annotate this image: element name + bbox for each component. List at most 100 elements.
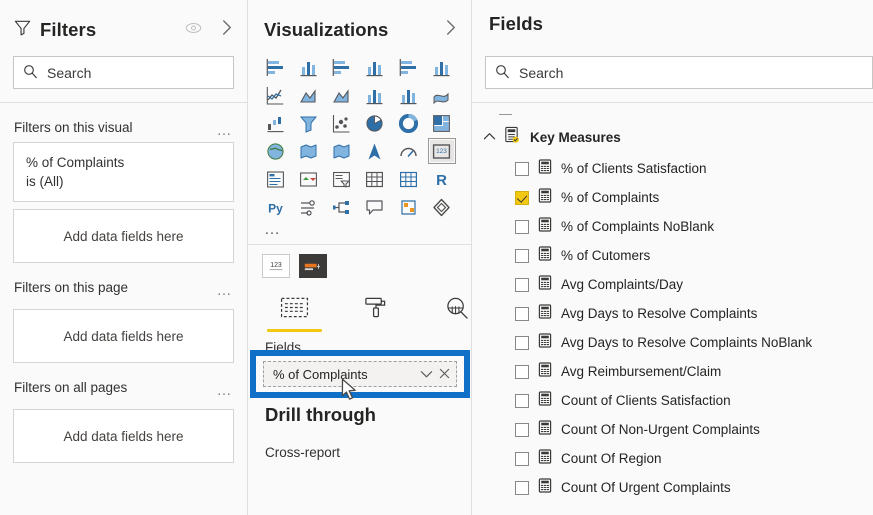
- field-row[interactable]: Avg Days to Resolve Complaints: [472, 299, 873, 328]
- more-visuals-button[interactable]: …: [248, 220, 471, 241]
- stacked-area-chart-icon[interactable]: [328, 82, 356, 108]
- filters-search-input[interactable]: Search: [13, 56, 234, 89]
- filters-all-pages-dropzone[interactable]: Add data fields here: [13, 409, 234, 463]
- field-label: Count Of Urgent Complaints: [561, 480, 731, 495]
- field-row[interactable]: Count Of Urgent Complaints: [472, 473, 873, 502]
- filters-search-placeholder: Search: [47, 64, 92, 81]
- 100-stacked-bar-chart-icon[interactable]: [394, 54, 422, 80]
- field-row[interactable]: Count Of Non-Urgent Complaints: [472, 415, 873, 444]
- field-checkbox[interactable]: [515, 277, 529, 292]
- field-row[interactable]: % of Cutomers: [472, 241, 873, 270]
- clustered-bar-chart-icon[interactable]: [328, 54, 356, 80]
- card-123-icon[interactable]: 123: [262, 254, 290, 278]
- gauge-icon[interactable]: [394, 138, 422, 164]
- filters-visual-dropzone[interactable]: Add data fields here: [13, 209, 234, 263]
- measure-icon: [538, 448, 552, 469]
- field-checkbox[interactable]: [515, 248, 529, 263]
- matrix-icon[interactable]: [394, 166, 422, 192]
- field-row[interactable]: Count Of Region: [472, 444, 873, 473]
- tab-format[interactable]: [348, 296, 403, 332]
- r-script-visual-icon[interactable]: R: [428, 166, 456, 192]
- field-checkbox[interactable]: [515, 306, 529, 321]
- ribbon-chart-icon[interactable]: [428, 82, 456, 108]
- power-apps-icon[interactable]: [428, 194, 456, 220]
- smart-narrative-icon[interactable]: [361, 194, 389, 220]
- area-chart-icon[interactable]: [294, 82, 322, 108]
- field-row[interactable]: % of Clients Satisfaction: [472, 154, 873, 183]
- page-title: Filters: [40, 19, 97, 40]
- field-checkbox[interactable]: [515, 480, 529, 495]
- filter-card[interactable]: % of Complaints is (All): [13, 142, 234, 202]
- close-x-icon[interactable]: [439, 367, 450, 382]
- group-more-menu[interactable]: …: [217, 383, 234, 398]
- filled-map-icon[interactable]: [294, 138, 322, 164]
- chevron-down-icon[interactable]: [420, 367, 433, 382]
- funnel-chart-icon[interactable]: [294, 110, 322, 136]
- field-row[interactable]: Avg Reimbursement/Claim: [472, 357, 873, 386]
- svg-text:123: 123: [436, 148, 447, 155]
- paginated-report-icon[interactable]: [394, 194, 422, 220]
- field-checkbox[interactable]: [515, 422, 529, 437]
- eye-icon[interactable]: [185, 21, 202, 40]
- 100-stacked-column-chart-icon[interactable]: [428, 54, 456, 80]
- map-icon[interactable]: [261, 138, 289, 164]
- line-chart-icon[interactable]: [261, 82, 289, 108]
- chevron-up-icon[interactable]: [483, 128, 496, 146]
- tab-analytics[interactable]: [429, 296, 484, 332]
- slicer-icon[interactable]: [328, 166, 356, 192]
- field-row[interactable]: % of Complaints: [472, 183, 873, 212]
- clustered-column-chart-icon[interactable]: [361, 54, 389, 80]
- field-row[interactable]: % of Complaints NoBlank: [472, 212, 873, 241]
- group-more-menu[interactable]: …: [217, 123, 234, 138]
- filters-on-this-page-header: Filters on this page …: [13, 263, 234, 302]
- measure-icon: [538, 187, 552, 208]
- field-checkbox[interactable]: [515, 219, 529, 234]
- waterfall-chart-icon[interactable]: [261, 110, 289, 136]
- field-checkbox[interactable]: [515, 451, 529, 466]
- field-checkbox[interactable]: [515, 190, 529, 205]
- shape-map-icon[interactable]: [328, 138, 356, 164]
- field-label: Avg Days to Resolve Complaints NoBlank: [561, 335, 813, 350]
- key-influencers-icon[interactable]: [294, 194, 322, 220]
- field-checkbox[interactable]: [515, 161, 529, 176]
- stacked-column-chart-icon[interactable]: [294, 54, 322, 80]
- scatter-chart-icon[interactable]: [328, 110, 356, 136]
- filter-card-condition: is (All): [26, 174, 64, 189]
- donut-chart-icon[interactable]: [394, 110, 422, 136]
- field-checkbox[interactable]: [515, 393, 529, 408]
- fields-header: Fields: [472, 0, 873, 47]
- group-label: Filters on all pages: [14, 380, 128, 395]
- decomposition-tree-icon[interactable]: [328, 194, 356, 220]
- line-and-stacked-column-chart-icon[interactable]: [361, 82, 389, 108]
- field-checkbox[interactable]: [515, 335, 529, 350]
- field-row[interactable]: Avg Days to Resolve Complaints NoBlank: [472, 328, 873, 357]
- table-icon[interactable]: [361, 166, 389, 192]
- expand-visualizations-chevron-right-icon[interactable]: [444, 19, 457, 41]
- collapse-dash-icon[interactable]: —: [472, 107, 873, 120]
- fields-search-input[interactable]: Search: [485, 56, 873, 89]
- filters-page-dropzone[interactable]: Add data fields here: [13, 309, 234, 363]
- card-icon[interactable]: 123: [427, 138, 456, 164]
- format-selected-thumb-icon[interactable]: [299, 254, 327, 278]
- pie-chart-icon[interactable]: [361, 110, 389, 136]
- azure-map-icon[interactable]: [361, 138, 389, 164]
- python-visual-icon[interactable]: Py: [261, 194, 289, 220]
- stacked-bar-chart-icon[interactable]: [261, 54, 289, 80]
- measure-icon: [538, 158, 552, 179]
- line-and-clustered-column-chart-icon[interactable]: [394, 82, 422, 108]
- multi-row-card-icon[interactable]: [261, 166, 289, 192]
- svg-text:R: R: [436, 172, 447, 189]
- field-row[interactable]: Count of Clients Satisfaction: [472, 386, 873, 415]
- group-more-menu[interactable]: …: [217, 283, 234, 298]
- expand-filters-chevron-right-icon[interactable]: [220, 19, 233, 41]
- tab-fields[interactable]: [267, 296, 322, 332]
- treemap-icon[interactable]: [428, 110, 456, 136]
- field-well-pill[interactable]: % of Complaints: [263, 361, 457, 387]
- kpi-icon[interactable]: [294, 166, 322, 192]
- fields-table-key-measures[interactable]: Key Measures: [472, 119, 873, 154]
- field-well-pill-label: % of Complaints: [273, 366, 368, 382]
- visualizations-pane: Visualizations 123 R Py … 123 Fields % o…: [248, 0, 472, 515]
- measures-table-icon: [503, 126, 520, 148]
- field-row[interactable]: Avg Complaints/Day: [472, 270, 873, 299]
- field-checkbox[interactable]: [515, 364, 529, 379]
